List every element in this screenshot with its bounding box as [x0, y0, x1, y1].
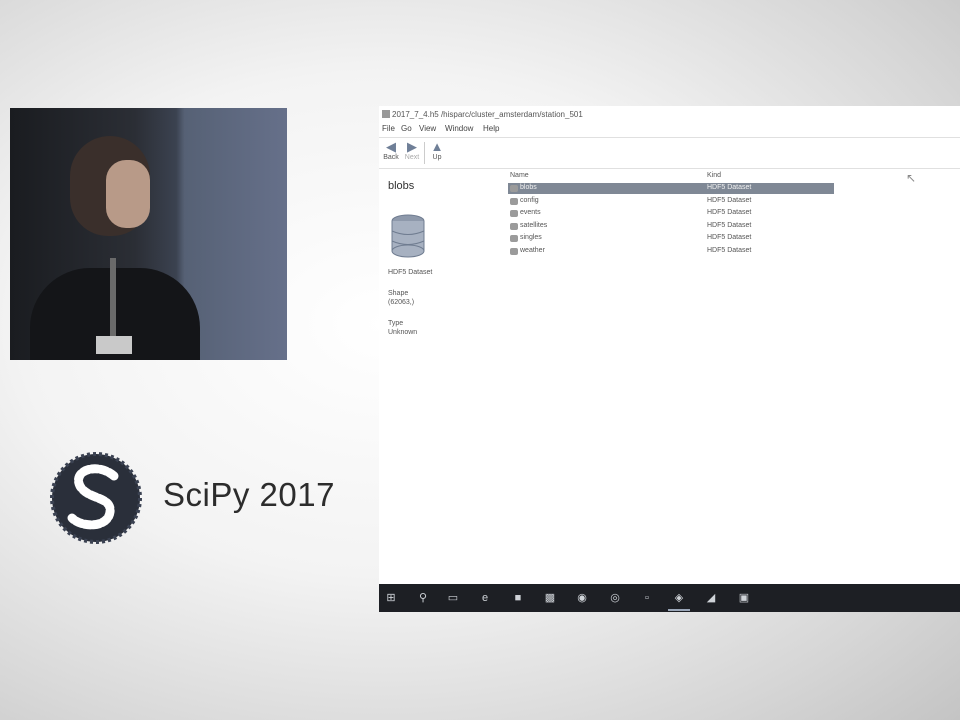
details-kind: HDF5 Dataset: [388, 269, 433, 276]
list-item-name: blobs: [520, 184, 537, 191]
speaker-badge: [96, 336, 132, 354]
list-item-name: config: [520, 197, 539, 204]
next-button[interactable]: ▶ Next: [400, 140, 424, 166]
projected-screen: 2017_7_4.h5 /hisparc/cluster_amsterdam/s…: [379, 106, 960, 612]
store-icon[interactable]: ◢: [703, 590, 719, 606]
speaker-video-inset: [10, 108, 287, 360]
menu-window[interactable]: Window: [445, 124, 473, 133]
active-app-indicator: [668, 609, 690, 611]
list-item[interactable]: blobs HDF5 Dataset: [508, 183, 834, 194]
menu-help[interactable]: Help: [483, 124, 499, 133]
photos-icon[interactable]: ▩: [542, 590, 558, 606]
details-title: blobs: [388, 180, 415, 192]
dataset-icon: [510, 185, 518, 192]
arrow-up-icon: ▲: [430, 139, 444, 154]
app-icon: [382, 110, 390, 118]
dataset-icon: [510, 223, 518, 230]
list-item[interactable]: events HDF5 Dataset: [508, 208, 834, 219]
window-title: 2017_7_4.h5 /hisparc/cluster_amsterdam/s…: [392, 110, 583, 119]
details-shape-label: Shape: [388, 290, 409, 297]
dataset-icon: [510, 248, 518, 255]
scipy-logo-text: SciPy 2017: [163, 476, 335, 513]
list-item-kind: HDF5 Dataset: [707, 222, 752, 229]
list-item-kind: HDF5 Dataset: [707, 209, 752, 216]
window-titlebar: 2017_7_4.h5 /hisparc/cluster_amsterdam/s…: [379, 106, 960, 122]
chrome-icon[interactable]: ◎: [607, 590, 623, 606]
list-item[interactable]: config HDF5 Dataset: [508, 196, 834, 207]
next-label: Next: [404, 154, 420, 161]
database-icon: [391, 214, 425, 258]
up-label: Up: [432, 154, 442, 161]
file-explorer-icon[interactable]: ■: [510, 590, 526, 606]
column-header-name[interactable]: Name: [510, 172, 529, 179]
app-icon[interactable]: ▫: [639, 590, 655, 606]
list-item[interactable]: satellites HDF5 Dataset: [508, 221, 834, 232]
windows-start-icon[interactable]: ⊞: [383, 590, 399, 606]
powerpoint-icon[interactable]: ▣: [736, 590, 752, 606]
toolbar: ◀ Back ▶ Next ▲ Up ↖: [379, 137, 960, 185]
search-icon[interactable]: ⚲: [415, 590, 431, 606]
list-item-kind: HDF5 Dataset: [707, 184, 752, 191]
windows-taskbar: ⊞ ⚲ ▭ e ■ ▩ ◉ ◎ ▫ ◈ ◢ ▣: [379, 584, 960, 612]
details-type-value: Unknown: [388, 329, 418, 336]
details-shape-value: (62063,): [388, 299, 415, 306]
file-list: Name Kind blobs HDF5 Dataset config HDF5…: [505, 168, 835, 268]
list-item[interactable]: singles HDF5 Dataset: [508, 233, 834, 244]
column-header-kind[interactable]: Kind: [707, 172, 721, 179]
list-item-kind: HDF5 Dataset: [707, 197, 752, 204]
dataset-icon: [510, 210, 518, 217]
task-view-icon[interactable]: ▭: [445, 590, 461, 606]
dataset-icon: [510, 198, 518, 205]
dataset-icon: [510, 235, 518, 242]
details-type-label: Type: [388, 320, 404, 327]
arrow-right-icon: ▶: [407, 139, 417, 154]
list-item-kind: HDF5 Dataset: [707, 247, 752, 254]
list-item[interactable]: weather HDF5 Dataset: [508, 246, 834, 257]
list-item-kind: HDF5 Dataset: [707, 234, 752, 241]
speaker-face: [106, 160, 150, 228]
menu-go[interactable]: Go: [401, 124, 412, 133]
menu-view[interactable]: View: [419, 124, 436, 133]
menu-file[interactable]: File: [382, 124, 395, 133]
firefox-icon[interactable]: ◉: [574, 590, 590, 606]
up-button[interactable]: ▲ Up: [425, 140, 449, 166]
list-item-name: satellites: [520, 222, 548, 229]
back-label: Back: [383, 154, 399, 161]
mouse-cursor-icon: ↖: [906, 171, 917, 185]
speaker-lanyard: [110, 258, 116, 338]
viewer-app-icon[interactable]: ◈: [671, 590, 687, 606]
list-item-name: events: [520, 209, 541, 216]
edge-browser-icon[interactable]: e: [477, 590, 493, 606]
list-item-name: weather: [520, 247, 545, 254]
details-pane: blobs HDF5 Dataset Shape (62063,) Type U…: [379, 168, 497, 584]
list-item-name: singles: [520, 234, 542, 241]
scipy-logo-icon: [50, 452, 142, 544]
